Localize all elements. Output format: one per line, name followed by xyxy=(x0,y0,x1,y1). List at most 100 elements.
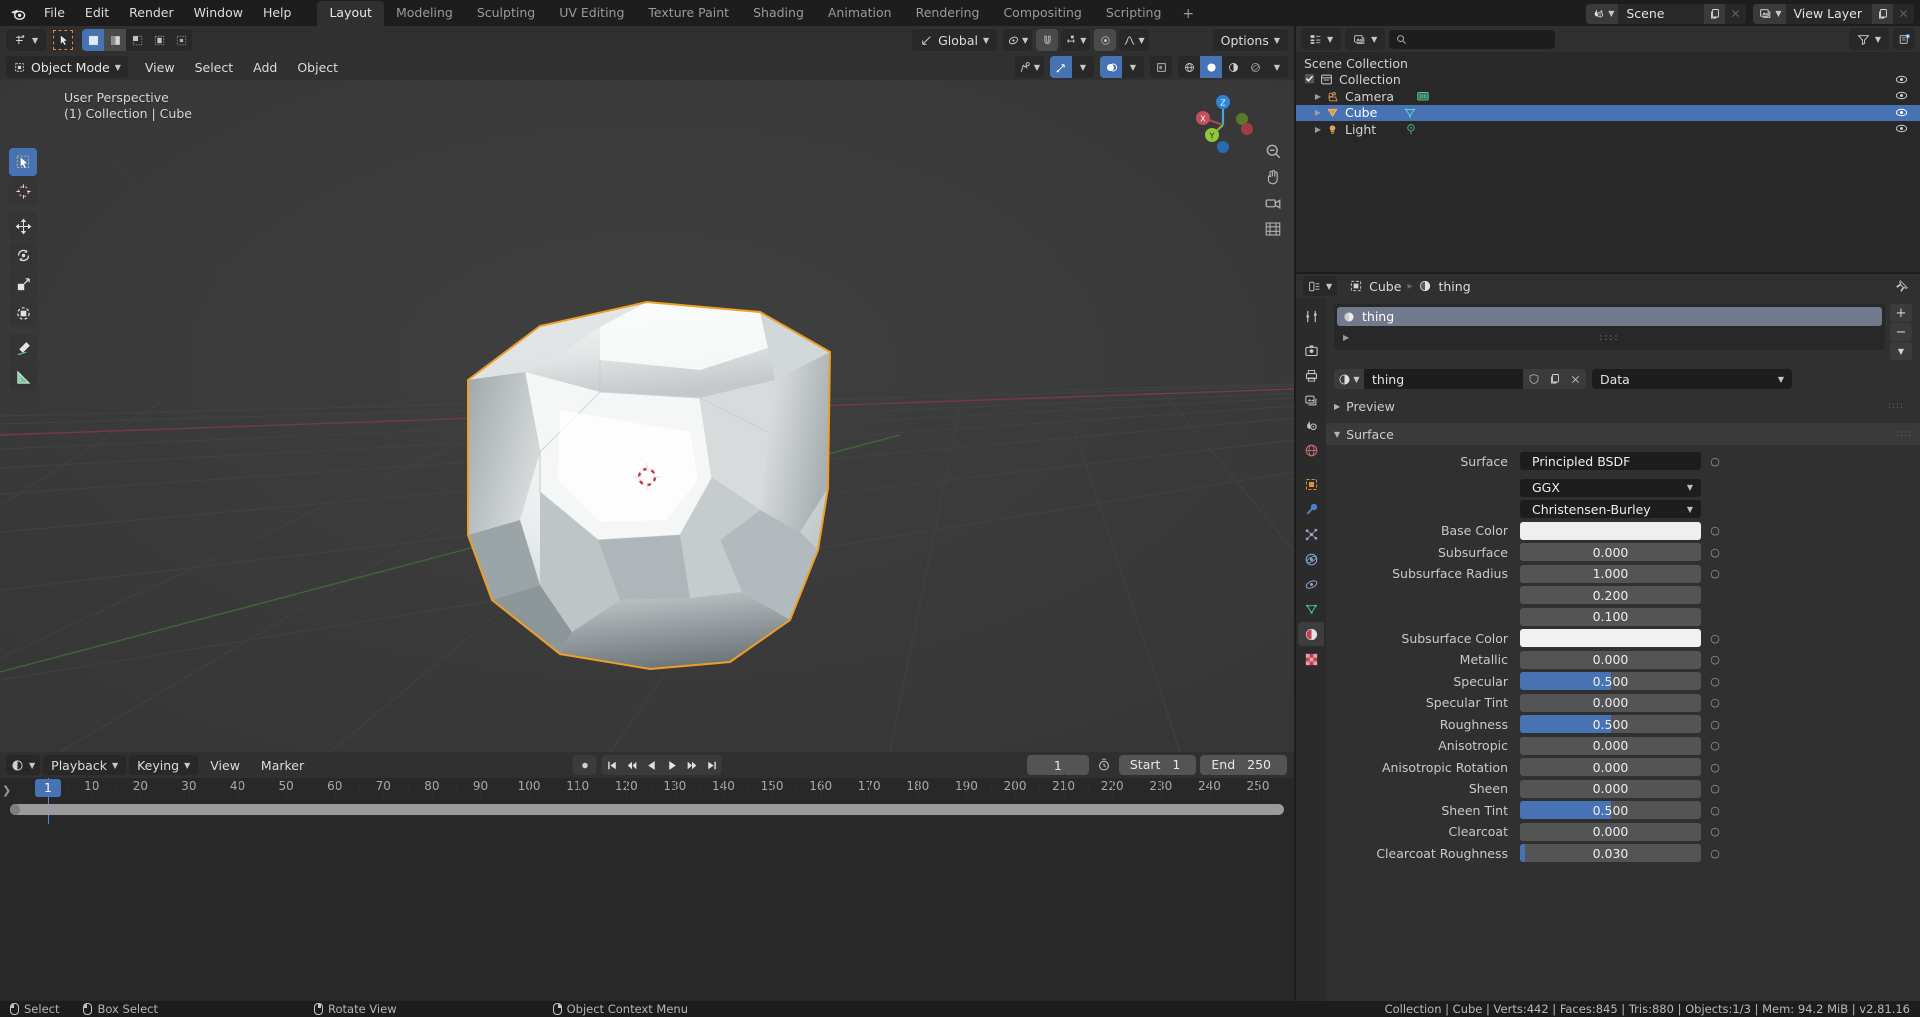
outliner-display-mode-dropdown[interactable]: ▼ xyxy=(1345,28,1386,50)
animate-property-icon[interactable]: ○ xyxy=(1705,651,1725,669)
animate-property-icon[interactable]: ○ xyxy=(1705,844,1725,862)
tab-compositing[interactable]: Compositing xyxy=(991,1,1093,26)
material-link-dropdown[interactable]: Data ▼ xyxy=(1592,369,1792,389)
shading-wireframe-button[interactable] xyxy=(1178,56,1200,78)
timeline-horizontal-scrollbar[interactable] xyxy=(10,804,1284,815)
tab-modeling[interactable]: Modeling xyxy=(384,1,465,26)
clear: coat-slider[interactable]: 0.000 xyxy=(1520,822,1701,841)
outliner-item-camera[interactable]: ▶ Camera xyxy=(1296,88,1920,105)
world-tab[interactable] xyxy=(1298,438,1324,462)
tool-tab[interactable] xyxy=(1298,304,1324,328)
material-slot-list[interactable]: thing ▶ :::: xyxy=(1334,304,1885,350)
pivot-point-dropdown[interactable]: ▼ xyxy=(1003,29,1033,51)
timeline-marker-menu[interactable]: Marker xyxy=(252,755,313,776)
jump-to-end-button[interactable] xyxy=(702,755,722,775)
timeline-view-menu[interactable]: View xyxy=(201,755,249,776)
remove-material-slot-button[interactable]: − xyxy=(1890,323,1912,341)
animate-property-icon[interactable]: ○ xyxy=(1705,758,1725,776)
animate-property-icon[interactable]: ○ xyxy=(1705,715,1725,733)
physics-tab[interactable] xyxy=(1298,547,1324,571)
preview-panel-header[interactable]: ▶ Preview :::: xyxy=(1334,395,1912,417)
surface-panel-header[interactable]: ▼ Surface :::: xyxy=(1326,423,1920,445)
animate-property-icon[interactable]: ○ xyxy=(1705,452,1725,470)
tab-rendering[interactable]: Rendering xyxy=(904,1,992,26)
subsurface-radius-x[interactable]: 1.000 xyxy=(1520,564,1701,583)
viewport-menu-add[interactable]: Add xyxy=(244,57,286,78)
gizmo-toggle-button[interactable] xyxy=(1050,56,1072,78)
outliner-editor-type-button[interactable]: ▼ xyxy=(1301,28,1342,50)
material-tab[interactable] xyxy=(1298,622,1324,646)
snap-target-dropdown[interactable]: ▼ xyxy=(1061,29,1091,51)
visibility-dropdown[interactable]: ▼ xyxy=(1014,56,1044,78)
expand-arrow-icon[interactable]: ▶ xyxy=(1312,92,1324,101)
navigation-gizmo[interactable]: Z X Y xyxy=(1190,92,1256,158)
play-reverse-button[interactable] xyxy=(642,755,662,775)
outliner-item-cube[interactable]: ▶ Cube xyxy=(1296,104,1920,121)
subsurface-radius-z[interactable]: 0.100 xyxy=(1520,607,1701,626)
3d-viewport[interactable]: User Perspective (1) Collection | Cube Z… xyxy=(0,80,1294,752)
animate-property-icon[interactable]: ○ xyxy=(1705,823,1725,841)
shading-rendered-button[interactable] xyxy=(1244,56,1266,78)
measure-tool[interactable] xyxy=(9,363,37,391)
animate-property-icon[interactable]: ○ xyxy=(1705,694,1725,712)
unlink-material-button[interactable] xyxy=(1565,369,1586,389)
material-slot-grip[interactable]: ▶ :::: xyxy=(1337,328,1882,347)
move-tool[interactable] xyxy=(9,212,37,240)
material-name-field[interactable]: thing xyxy=(1364,372,1523,387)
rotate-tool[interactable] xyxy=(9,241,37,269)
tab-scripting[interactable]: Scripting xyxy=(1094,1,1174,26)
menu-file[interactable]: File xyxy=(34,3,75,23)
scene-name[interactable]: Scene xyxy=(1618,3,1705,24)
new-view-layer-button[interactable] xyxy=(1872,3,1893,24)
menu-render[interactable]: Render xyxy=(119,3,184,23)
breadcrumb-material-label[interactable]: thing xyxy=(1438,279,1470,294)
proportional-falloff-dropdown[interactable]: ▼ xyxy=(1119,29,1149,51)
tweak-mode-button[interactable] xyxy=(52,29,75,51)
shading-options-dropdown[interactable]: ▼ xyxy=(1266,56,1288,78)
snap-toggle-button[interactable] xyxy=(1036,29,1059,51)
outliner-item-light[interactable]: ▶ Light xyxy=(1296,121,1920,138)
subsurface-method-dropdown[interactable]: Christensen-Burley ▼ xyxy=(1520,500,1701,519)
animate-property-icon[interactable]: ○ xyxy=(1705,801,1725,819)
camera-view-icon[interactable] xyxy=(1262,192,1284,214)
view-layer-icon[interactable]: ▼ xyxy=(1753,3,1786,24)
annotate-tool[interactable] xyxy=(9,334,37,362)
tab-shading[interactable]: Shading xyxy=(741,1,816,26)
viewport-menu-view[interactable]: View xyxy=(136,57,184,78)
constraints-tab[interactable] xyxy=(1298,572,1324,596)
clearcoat-roughness-slider[interactable]: 0.030 xyxy=(1520,844,1701,863)
keying-menu[interactable]: Keying ▼ xyxy=(129,755,199,775)
base-color-swatch[interactable] xyxy=(1520,521,1701,540)
current-frame-field[interactable]: 1 xyxy=(1026,755,1089,775)
expand-arrow-icon[interactable]: ▶ xyxy=(1312,108,1324,117)
previous-keyframe-button[interactable] xyxy=(622,755,642,775)
zoom-icon[interactable] xyxy=(1262,140,1284,162)
play-button[interactable] xyxy=(662,755,682,775)
use-preview-range-icon[interactable] xyxy=(1092,754,1115,776)
tab-uv-editing[interactable]: UV Editing xyxy=(547,1,636,26)
overlays-toggle-button[interactable] xyxy=(1100,56,1122,78)
outliner-search-input[interactable] xyxy=(1389,29,1556,49)
tab-sculpting[interactable]: Sculpting xyxy=(465,1,547,26)
animate-property-icon[interactable]: ○ xyxy=(1705,522,1725,540)
animate-property-icon[interactable]: ○ xyxy=(1705,780,1725,798)
pan-hand-icon[interactable] xyxy=(1262,166,1284,188)
material-datablock[interactable]: ▼ thing xyxy=(1334,369,1586,389)
texture-tab[interactable] xyxy=(1298,647,1324,671)
animate-property-icon[interactable]: ○ xyxy=(1705,543,1725,561)
blender-logo-icon[interactable] xyxy=(0,0,34,26)
mesh-data-icon[interactable] xyxy=(1403,106,1417,120)
pin-icon[interactable] xyxy=(1895,279,1909,293)
add-workspace-button[interactable]: + xyxy=(1173,2,1203,26)
next-keyframe-button[interactable] xyxy=(682,755,702,775)
delete-scene-button[interactable] xyxy=(1725,3,1747,24)
transform-tool[interactable] xyxy=(9,299,37,327)
menu-edit[interactable]: Edit xyxy=(75,3,119,23)
outliner-item-collection[interactable]: Collection xyxy=(1296,72,1920,89)
view-layer-name[interactable]: View Layer xyxy=(1785,3,1872,24)
timeline-sidebar-toggle-icon[interactable]: ❯ xyxy=(2,784,11,797)
animate-property-icon[interactable]: ○ xyxy=(1705,672,1725,690)
expand-arrow-icon[interactable]: ▶ xyxy=(1343,333,1349,342)
tab-animation[interactable]: Animation xyxy=(816,1,904,26)
scene-icon[interactable]: ▼ xyxy=(1586,3,1619,24)
